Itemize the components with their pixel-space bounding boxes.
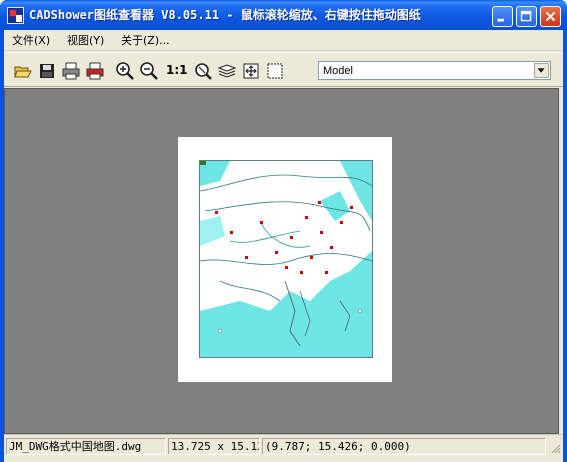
zoom-window-button[interactable] (192, 60, 214, 82)
zoom-extents-button[interactable] (240, 60, 262, 82)
layout-select-value: Model (323, 65, 353, 77)
title-bar[interactable]: CADShower图纸查看器 V8.05.11 - 鼠标滚轮缩放、右键按住拖动图… (0, 0, 567, 30)
zoom-window-icon (195, 63, 212, 80)
print-setup-icon (86, 62, 104, 80)
map-drawing (199, 160, 373, 358)
close-icon (545, 11, 556, 22)
layers-button[interactable] (216, 60, 238, 82)
actual-size-button[interactable]: 1:1 (166, 63, 188, 77)
zoom-extents-icon (243, 63, 259, 79)
toolbar: 1:1 Model (4, 52, 563, 87)
print-setup-button[interactable] (84, 60, 106, 82)
status-filename: JM_DWG格式中国地图.dwg (6, 438, 166, 455)
frame-button[interactable] (264, 60, 286, 82)
menu-file[interactable]: 文件(X) (12, 33, 50, 49)
status-bar: JM_DWG格式中国地图.dwg 13.725 x 15.138 (9.787;… (4, 434, 563, 456)
minimize-icon (497, 18, 504, 22)
minimize-button[interactable] (492, 6, 513, 27)
chevron-down-icon[interactable] (534, 63, 549, 78)
window-title: CADShower图纸查看器 V8.05.11 - 鼠标滚轮缩放、右键按住拖动图… (29, 8, 421, 22)
china-map-image (200, 161, 372, 357)
drawing-canvas[interactable] (4, 88, 559, 434)
maximize-button[interactable] (516, 6, 537, 27)
maximize-icon (520, 10, 532, 22)
open-folder-icon (14, 66, 32, 78)
cadshower-app-icon[interactable] (7, 7, 24, 24)
resize-grip-icon[interactable] (549, 442, 561, 454)
menu-bar: 文件(X) 视图(Y) 关于(Z)... (4, 30, 563, 51)
save-button[interactable] (36, 60, 58, 82)
zoom-in-button[interactable] (114, 60, 136, 82)
save-disk-icon (40, 64, 54, 78)
layers-icon (217, 64, 237, 78)
status-drawing-size: 13.725 x 15.138 (168, 438, 260, 455)
close-button[interactable] (540, 6, 561, 27)
frame-icon (267, 63, 283, 79)
layout-select[interactable]: Model (318, 61, 551, 80)
menu-view[interactable]: 视图(Y) (67, 33, 104, 49)
print-icon (62, 62, 80, 80)
app-window: CADShower图纸查看器 V8.05.11 - 鼠标滚轮缩放、右键按住拖动图… (0, 0, 567, 462)
open-button[interactable] (12, 60, 34, 82)
print-button[interactable] (60, 60, 82, 82)
client-area: 文件(X) 视图(Y) 关于(Z)... 1:1 Model JM_DWG格式中… (4, 30, 563, 462)
menu-about[interactable]: 关于(Z)... (121, 33, 170, 49)
zoom-out-icon (140, 62, 158, 80)
status-coordinates: (9.787; 15.426; 0.000) (262, 438, 546, 455)
zoom-in-icon (116, 62, 134, 80)
zoom-out-button[interactable] (138, 60, 160, 82)
paper-sheet (178, 137, 392, 382)
